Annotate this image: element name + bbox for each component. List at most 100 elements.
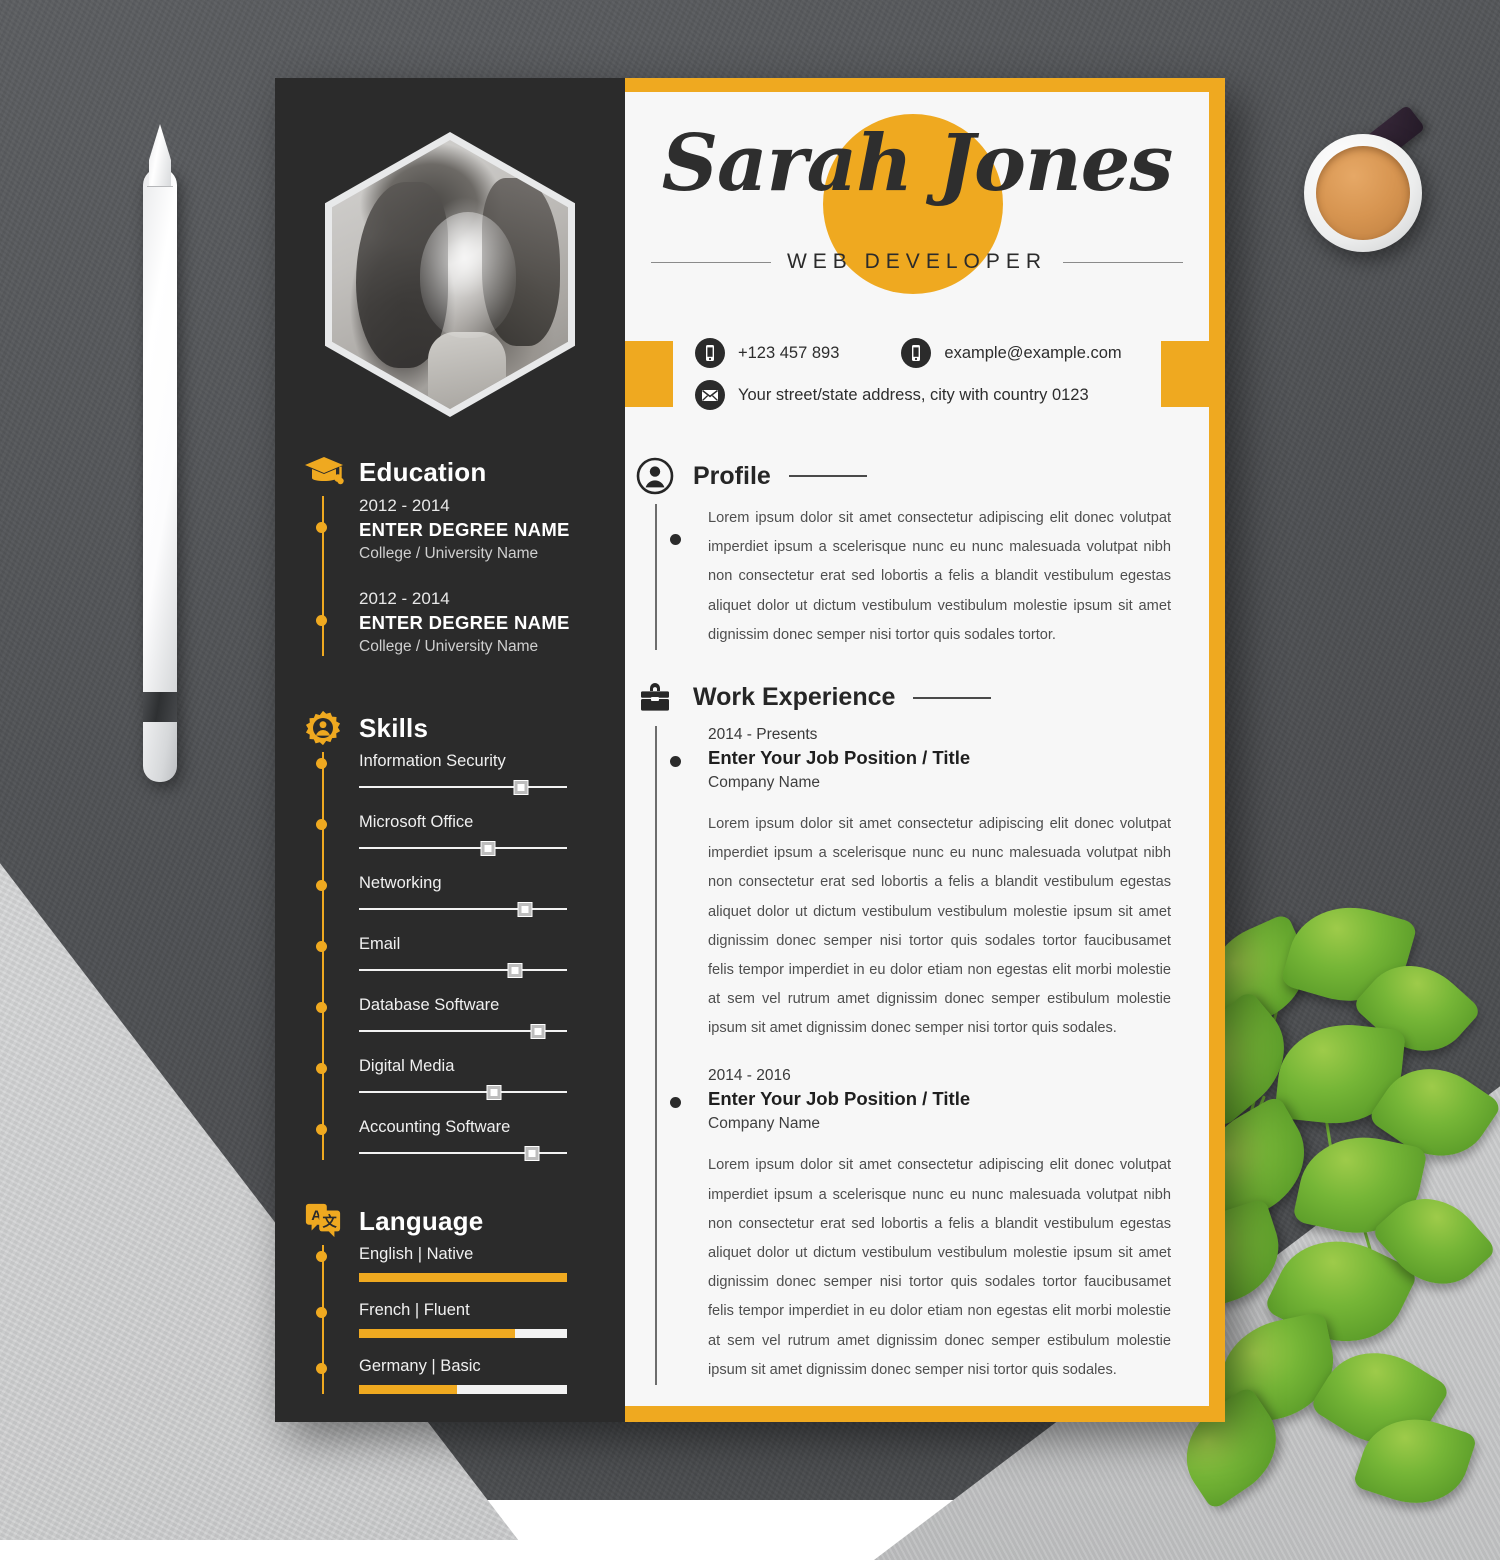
skill-name: Microsoft Office	[359, 813, 474, 831]
profile-text: Lorem ipsum dolor sit amet consectetur a…	[708, 510, 1171, 643]
accent-bar-right	[1161, 341, 1209, 407]
education-degree: ENTER DEGREE NAME	[359, 612, 570, 633]
timeline-dot-icon	[316, 1251, 327, 1262]
skill-item: Accounting Software	[303, 1118, 625, 1161]
address-text: Your street/state address, city with cou…	[738, 385, 1089, 404]
education-timeline: 2012 - 2014 ENTER DEGREE NAME College / …	[275, 496, 625, 656]
work-position: Enter Your Job Position / Title	[708, 1088, 971, 1110]
skill-item: Microsoft Office	[303, 813, 625, 856]
language-name: English | Native	[359, 1245, 474, 1263]
work-years: 2014 - 2016	[708, 1067, 791, 1085]
language-progress	[359, 1385, 567, 1394]
skill-slider[interactable]	[359, 1024, 567, 1039]
skill-name: Accounting Software	[359, 1118, 511, 1136]
timeline-dot-icon	[316, 522, 327, 533]
slider-handle[interactable]	[513, 780, 529, 795]
page-title: Sarah Jones	[661, 118, 1174, 209]
education-item: 2012 - 2014 ENTER DEGREE NAME College / …	[303, 496, 625, 563]
timeline-dot-icon	[316, 1124, 327, 1135]
user-circle-icon	[635, 456, 675, 496]
gear-person-icon	[303, 708, 345, 748]
language-progress	[359, 1329, 567, 1338]
contact-email[interactable]: example@example.com	[901, 338, 1122, 368]
resume-main-panel: Sarah Jones WEB DEVELOPER +123 457 893 e…	[625, 92, 1209, 1406]
skill-name: Email	[359, 935, 401, 953]
language-timeline: English | Native French | Fluent Germany…	[275, 1245, 625, 1394]
work-item: 2014 - 2016 Enter Your Job Position / Ti…	[655, 1067, 1171, 1385]
timeline-dot-icon	[316, 941, 327, 952]
profile-title: Profile	[693, 461, 771, 490]
graduation-cap-icon	[303, 452, 345, 492]
skill-item: Email	[303, 935, 625, 978]
section-rule	[913, 696, 992, 699]
slider-handle[interactable]	[517, 902, 533, 917]
contact-address[interactable]: Your street/state address, city with cou…	[695, 380, 1089, 410]
timeline-dot-icon	[316, 1363, 327, 1374]
email-text: example@example.com	[944, 343, 1122, 362]
slider-handle[interactable]	[530, 1024, 546, 1039]
resume-page: Education 2012 - 2014 ENTER DEGREE NAME …	[275, 78, 1225, 1422]
timeline-dot-icon	[670, 1097, 681, 1109]
mobile-phone-icon	[901, 338, 932, 368]
language-section-header: A 文 Language	[275, 1201, 625, 1241]
language-item: Germany | Basic	[303, 1357, 625, 1394]
timeline-dot-icon	[670, 755, 681, 767]
work-timeline: 2014 - Presents Enter Your Job Position …	[635, 725, 1171, 1385]
education-title: Education	[359, 456, 487, 487]
work-company: Company Name	[708, 773, 820, 791]
envelope-icon	[695, 380, 725, 410]
skill-name: Database Software	[359, 996, 500, 1014]
education-degree: ENTER DEGREE NAME	[359, 519, 570, 540]
language-name: French | Fluent	[359, 1301, 470, 1319]
desk-scene: Education 2012 - 2014 ENTER DEGREE NAME …	[0, 0, 1500, 1560]
timeline-dot-icon	[670, 534, 681, 545]
slider-handle[interactable]	[486, 1085, 502, 1100]
contact-phone[interactable]: +123 457 893	[695, 338, 839, 368]
education-item: 2012 - 2014 ENTER DEGREE NAME College / …	[303, 589, 625, 656]
skill-name: Networking	[359, 874, 442, 892]
phone-text: +123 457 893	[738, 343, 840, 362]
timeline-dot-icon	[316, 615, 327, 626]
svg-text:文: 文	[323, 1213, 338, 1231]
skill-slider[interactable]	[359, 963, 567, 978]
resume-accent-border: Sarah Jones WEB DEVELOPER +123 457 893 e…	[625, 78, 1225, 1422]
resume-sidebar: Education 2012 - 2014 ENTER DEGREE NAME …	[275, 78, 625, 1422]
timeline-dot-icon	[316, 758, 327, 769]
skill-name: Information Security	[359, 752, 506, 770]
coffee-cup	[1300, 104, 1430, 300]
skill-item: Networking	[303, 874, 625, 917]
slider-handle[interactable]	[524, 1146, 540, 1161]
skills-timeline: Information Security Microsoft Office Ne…	[275, 752, 625, 1161]
translate-icon: A 文	[303, 1201, 345, 1241]
work-section-header: Work Experience	[635, 678, 1171, 718]
skill-slider[interactable]	[359, 841, 567, 856]
language-item: English | Native	[303, 1245, 625, 1282]
education-school: College / University Name	[359, 638, 539, 655]
education-school: College / University Name	[359, 545, 539, 562]
timeline-dot-icon	[316, 1002, 327, 1013]
skill-item: Database Software	[303, 996, 625, 1039]
education-section-header: Education	[275, 452, 625, 492]
skill-slider[interactable]	[359, 902, 567, 917]
avatar	[325, 132, 575, 417]
timeline-dot-icon	[316, 880, 327, 891]
timeline-dot-icon	[316, 819, 327, 830]
stylus-pen	[143, 124, 177, 782]
skills-title: Skills	[359, 712, 429, 743]
skill-slider[interactable]	[359, 1085, 567, 1100]
work-position: Enter Your Job Position / Title	[708, 746, 971, 768]
skills-section-header: Skills	[275, 708, 625, 748]
profile-section-header: Profile	[635, 456, 1171, 496]
name-header: Sarah Jones WEB DEVELOPER	[625, 92, 1209, 312]
skill-slider[interactable]	[359, 1146, 567, 1161]
skill-slider[interactable]	[359, 780, 567, 795]
skill-item: Digital Media	[303, 1057, 625, 1100]
job-title: WEB DEVELOPER	[786, 250, 1048, 273]
work-title: Work Experience	[693, 683, 896, 712]
education-years: 2012 - 2014	[359, 589, 450, 608]
slider-handle[interactable]	[480, 841, 496, 856]
briefcase-icon	[635, 678, 675, 718]
slider-handle[interactable]	[507, 963, 523, 978]
language-title: Language	[359, 1205, 484, 1236]
skill-item: Information Security	[303, 752, 625, 795]
